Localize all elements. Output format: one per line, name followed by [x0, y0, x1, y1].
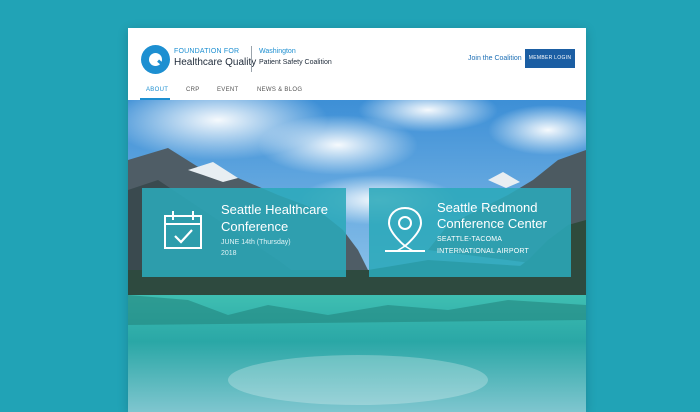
org-name-main: Healthcare Quality — [174, 57, 257, 68]
join-coalition-link[interactable]: Join the Coalition — [468, 55, 522, 62]
map-pin-icon — [385, 206, 425, 252]
hero-banner: Seattle Healthcare Conference JUNE 14th … — [128, 100, 586, 412]
card-title-line2: Conference — [221, 219, 289, 234]
nav-item-event[interactable]: EVENT — [217, 87, 239, 93]
logo-q-icon — [141, 45, 170, 74]
org-name-top: FOUNDATION FOR — [174, 48, 240, 55]
browser-page: FOUNDATION FOR Healthcare Quality Washin… — [128, 28, 586, 412]
card-year: 2018 — [221, 250, 237, 257]
member-login-button[interactable]: MEMBER LOGIN — [525, 49, 575, 68]
nav-item-news-blog[interactable]: NEWS & BLOG — [257, 87, 302, 93]
nav-item-crp[interactable]: CRP — [186, 87, 200, 93]
card-title-line1: Seattle Redmond — [437, 200, 538, 215]
event-card-venue[interactable]: Seattle Redmond Conference Center SEATTL… — [369, 188, 571, 277]
nav-item-about[interactable]: ABOUT — [146, 87, 168, 93]
card-title-line2: Conference Center — [437, 216, 547, 231]
main-nav: ABOUT CRP EVENT NEWS & BLOG — [128, 86, 586, 100]
card-location-line2: INTERNATIONAL AIRPORT — [437, 248, 529, 255]
coalition-name-top: Washington — [259, 48, 296, 55]
event-card-conference[interactable]: Seattle Healthcare Conference JUNE 14th … — [142, 188, 346, 277]
header-divider — [251, 46, 252, 72]
card-date: JUNE 14th (Thursday) — [221, 239, 291, 246]
site-header: FOUNDATION FOR Healthcare Quality Washin… — [128, 28, 586, 100]
calendar-check-icon — [164, 211, 202, 249]
card-location-line1: SEATTLE-TACOMA — [437, 236, 503, 243]
coalition-name-main: Patient Safety Coalition — [259, 59, 332, 66]
card-title-line1: Seattle Healthcare — [221, 202, 328, 217]
